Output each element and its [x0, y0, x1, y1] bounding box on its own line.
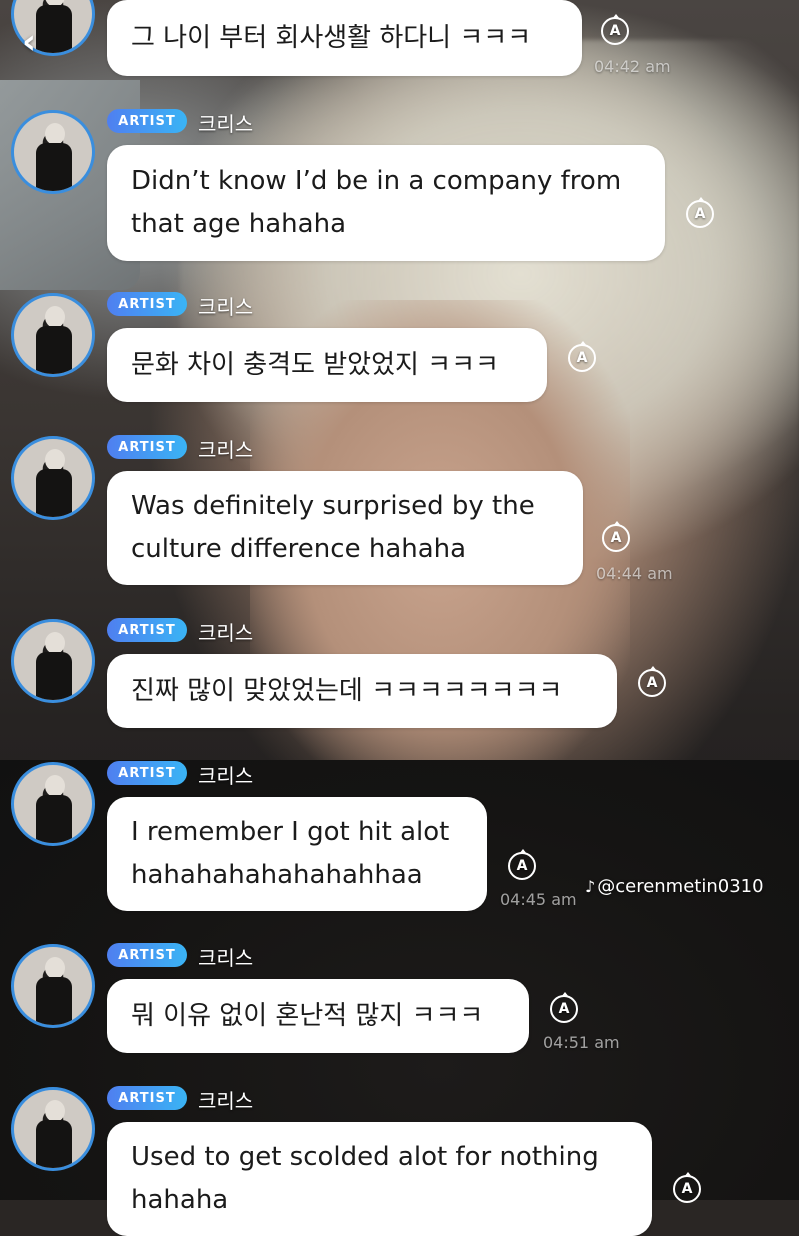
message-bubble[interactable]: 뭐 이유 없이 혼난적 많지 ㅋㅋㅋ	[107, 979, 529, 1053]
avatar[interactable]	[11, 110, 95, 194]
tiktok-icon: ♪	[585, 877, 596, 896]
artist-name: 크리스	[198, 946, 254, 970]
avatar[interactable]	[11, 619, 95, 703]
artist-name: 크리스	[198, 764, 254, 788]
timestamp: 04:51 am	[543, 1033, 620, 1052]
chevron-left-icon[interactable]: ‹	[22, 24, 58, 60]
avatar[interactable]	[11, 944, 95, 1028]
watermark: ♪ @cerenmetin0310	[585, 876, 764, 897]
artist-badge: ARTIST	[107, 292, 187, 316]
artist-badge: ARTIST	[107, 618, 187, 642]
translate-icon[interactable]: A	[568, 341, 596, 372]
artist-badge: ARTIST	[107, 943, 187, 967]
timestamp: 04:42 am	[594, 57, 671, 76]
avatar[interactable]	[11, 762, 95, 846]
artist-name: 크리스	[198, 438, 254, 462]
translate-icon[interactable]: A	[686, 197, 714, 228]
message-bubble[interactable]: I remember I got hit alot hahahahahahaha…	[107, 797, 487, 911]
message-bubble[interactable]: Didn’t know I’d be in a company from tha…	[107, 145, 665, 261]
translate-icon[interactable]: A	[673, 1172, 701, 1203]
artist-name: 크리스	[198, 295, 254, 319]
message-bubble[interactable]: Used to get scolded alot for nothing hah…	[107, 1122, 652, 1236]
watermark-text: @cerenmetin0310	[597, 876, 764, 897]
artist-badge: ARTIST	[107, 761, 187, 785]
artist-name: 크리스	[198, 112, 254, 136]
avatar[interactable]	[11, 436, 95, 520]
message-bubble[interactable]: Was definitely surprised by the culture …	[107, 471, 583, 585]
message-bubble[interactable]: 그 나이 부터 회사생활 하다니 ㅋㅋㅋ	[107, 0, 582, 76]
translate-icon[interactable]: A	[550, 992, 578, 1023]
artist-name: 크리스	[198, 1089, 254, 1113]
artist-name: 크리스	[198, 621, 254, 645]
artist-badge: ARTIST	[107, 435, 187, 459]
timestamp: 04:44 am	[596, 564, 673, 583]
avatar[interactable]	[11, 293, 95, 377]
message-bubble[interactable]: 문화 차이 충격도 받았었지 ㅋㅋㅋ	[107, 328, 547, 402]
translate-icon[interactable]: A	[601, 14, 629, 45]
translate-icon[interactable]: A	[508, 849, 536, 880]
timestamp: 04:45 am	[500, 890, 577, 909]
translate-icon[interactable]: A	[638, 666, 666, 697]
message-bubble[interactable]: 진짜 많이 맞았었는데 ㅋㅋㅋㅋㅋㅋㅋㅋ	[107, 654, 617, 728]
artist-badge: ARTIST	[107, 109, 187, 133]
artist-badge: ARTIST	[107, 1086, 187, 1110]
translate-icon[interactable]: A	[602, 521, 630, 552]
avatar[interactable]	[11, 1087, 95, 1171]
